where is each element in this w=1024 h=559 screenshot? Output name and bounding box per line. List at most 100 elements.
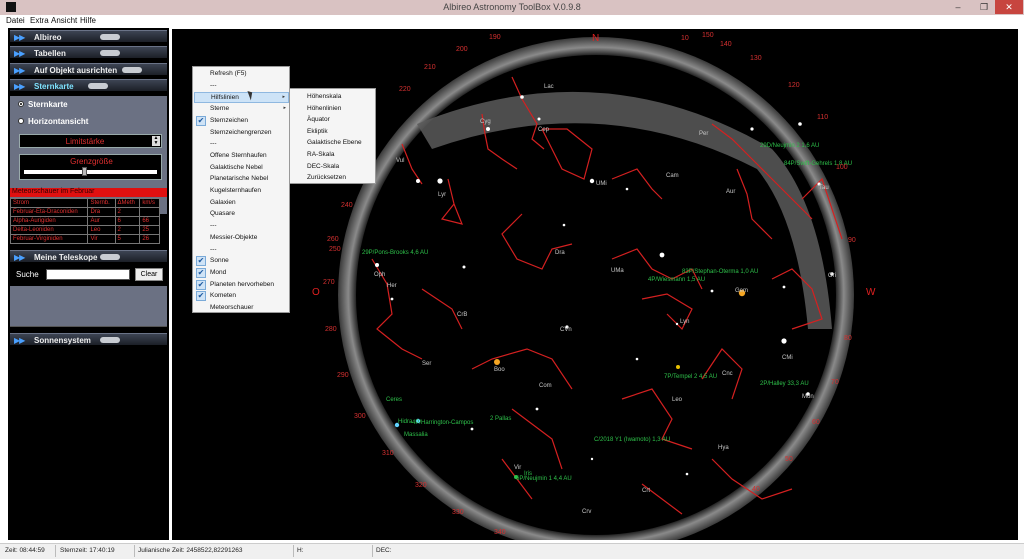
- context-menu-item[interactable]: Offene Sternhaufen: [194, 151, 289, 162]
- grenzgroesse-track[interactable]: [24, 170, 157, 174]
- spinner-icon[interactable]: ▲ ▼: [152, 136, 160, 146]
- menu-datei[interactable]: Datei: [6, 16, 25, 25]
- comet-label: 2P/Halley 33,3 AU: [760, 381, 809, 387]
- context-menu-item[interactable]: ✔ Mond: [194, 267, 289, 279]
- const-label: Aur: [726, 189, 735, 195]
- context-menu-label: Refresh (F5): [210, 70, 247, 77]
- table-cell: 2: [114, 207, 141, 217]
- context-menu-item[interactable]: Galaxien: [194, 198, 289, 209]
- submenu-item[interactable]: RA-Skala: [307, 151, 334, 158]
- const-label: Boo: [494, 367, 505, 373]
- section-sonnensystem[interactable]: ▶▶ Sonnensystem: [10, 333, 167, 346]
- grenzgroesse-label: Grenzgröße: [70, 157, 113, 166]
- svg-text:50: 50: [785, 456, 793, 463]
- clear-button[interactable]: Clear: [135, 268, 163, 281]
- context-menu-item[interactable]: Refresh (F5): [194, 69, 289, 80]
- svg-text:130: 130: [750, 55, 762, 62]
- status-separator: [293, 545, 294, 557]
- table-cell: 6: [114, 216, 141, 226]
- comet-label: 7P/Tempel 2 4,5 AU: [664, 374, 717, 380]
- submenu-item[interactable]: Höhenskala: [307, 93, 341, 100]
- table-cell: Alpha-Aurigiden: [9, 216, 89, 226]
- table-row[interactable]: Februar-Eta-Draconiden Dra 2: [9, 207, 160, 217]
- status-bar: Zeit: 08:44:59 Sternzeit: 17:40:19 Julia…: [0, 543, 1024, 559]
- submenu-item[interactable]: Ekliptik: [307, 128, 328, 135]
- svg-text:240: 240: [341, 202, 353, 209]
- maximize-button[interactable]: ❐: [974, 0, 994, 14]
- context-menu-item[interactable]: Meteorschauer: [194, 303, 289, 314]
- section-label: Albireo: [34, 33, 62, 42]
- grenzgroesse-slider-box: Grenzgröße: [19, 154, 162, 180]
- svg-text:210: 210: [424, 64, 436, 71]
- context-menu-item[interactable]: ✔ Planeten hervorheben: [194, 279, 289, 291]
- submenu-item[interactable]: Höhenlinien: [307, 105, 341, 112]
- section-pill-icon: [100, 337, 120, 343]
- svg-text:270: 270: [323, 279, 335, 286]
- context-menu-item[interactable]: Hilfslinien ▸: [194, 92, 289, 104]
- context-menu-item[interactable]: Sternzeichengrenzen: [194, 128, 289, 139]
- comet-label: 4P/Harrington-Campos: [412, 420, 473, 426]
- splitter[interactable]: [10, 326, 167, 332]
- section-albireo[interactable]: ▶▶ Albireo: [10, 30, 167, 43]
- context-menu-item[interactable]: ✔ Kometen: [194, 291, 289, 302]
- table-row[interactable]: Alpha-Aurigiden Aur 6 66: [9, 216, 160, 226]
- menu-separator: ---: [194, 81, 289, 92]
- const-label: CrB: [457, 312, 467, 318]
- app-window: Albireo Astronomy ToolBox V.0.9.8 ‒ ❐ ✕ …: [0, 0, 1024, 559]
- context-menu-item[interactable]: Messier-Objekte: [194, 233, 289, 244]
- context-menu-item[interactable]: Sterne ▸: [194, 104, 289, 115]
- context-menu-label: Hilfslinien: [211, 94, 239, 102]
- minimize-button[interactable]: ‒: [948, 0, 968, 14]
- submenu-item[interactable]: Galaktische Ebene: [307, 139, 362, 146]
- submenu-item[interactable]: Zurücksetzen: [307, 174, 346, 181]
- hilfslinien-submenu: Höhenskala Höhenlinien Äquator Ekliptik Gala…: [289, 88, 376, 184]
- svg-text:260: 260: [327, 236, 339, 243]
- section-sternkarte[interactable]: ▶▶ Sternkarte: [10, 79, 167, 92]
- const-label: CMi: [782, 355, 793, 361]
- context-menu-item[interactable]: Planetarische Nebel: [194, 174, 289, 185]
- radio-sternkarte[interactable]: [18, 101, 24, 107]
- context-menu-item[interactable]: Galaktische Nebel: [194, 163, 289, 174]
- radio-horizontansicht[interactable]: [18, 118, 24, 124]
- context-menu-label: Offene Sternhaufen: [210, 151, 267, 159]
- table-row[interactable]: Delta-Leoniden Leo 2 25: [9, 225, 160, 235]
- search-input[interactable]: [46, 269, 130, 280]
- svg-text:110: 110: [817, 114, 828, 121]
- menu-ansicht[interactable]: Ansicht: [51, 16, 77, 25]
- check-icon: ✔: [196, 267, 206, 278]
- table-row[interactable]: Februar-Virginiden Vir 5 26: [9, 234, 160, 244]
- submenu-item[interactable]: Äquator: [307, 116, 330, 123]
- context-menu-item[interactable]: Kugelsternhaufen: [194, 186, 289, 197]
- check-icon: ✔: [196, 291, 206, 302]
- comet-label: 29P/Pons-Brooks 4,6 AU: [362, 250, 428, 256]
- expand-arrows-icon: ▶▶: [14, 33, 25, 42]
- svg-text:300: 300: [354, 413, 366, 420]
- context-menu-item[interactable]: ✔ Sternzeichen: [194, 115, 289, 127]
- menu-hilfe[interactable]: Hilfe: [80, 16, 96, 25]
- const-label: Cnc: [722, 371, 733, 377]
- table-cell: Februar-Eta-Draconiden: [9, 207, 89, 217]
- table-cell: 26: [139, 234, 160, 244]
- grenzgroesse-thumb[interactable]: [82, 167, 87, 176]
- limitstaerke-field[interactable]: Limitstärke ▲ ▼: [19, 134, 162, 148]
- submenu-item[interactable]: DEC-Skala: [307, 163, 339, 170]
- column-header: Sternb.: [87, 198, 116, 208]
- context-menu-item[interactable]: Quasare: [194, 209, 289, 220]
- section-pill-icon: [100, 254, 120, 260]
- status-sternzeit: Sternzeit: 17:40:19: [60, 547, 115, 554]
- section-meine-teleskope[interactable]: ▶▶ Meine Teleskope: [10, 250, 167, 263]
- section-label: Meine Teleskope: [34, 253, 98, 262]
- context-menu-item[interactable]: ✔ Sonne: [194, 256, 289, 267]
- check-icon: ✔: [196, 115, 206, 126]
- expand-arrows-icon: ▶▶: [14, 49, 25, 58]
- close-button[interactable]: ✕: [995, 0, 1023, 14]
- radio-sternkarte-label: Sternkarte: [28, 100, 68, 109]
- cardinal-east: O: [312, 287, 320, 298]
- svg-text:80: 80: [844, 335, 852, 342]
- svg-text:90: 90: [848, 237, 856, 244]
- section-tabellen[interactable]: ▶▶ Tabellen: [10, 46, 167, 59]
- context-menu-label: Sterne: [210, 105, 230, 113]
- meteor-table: Strom Sternb. ΔMeth km/s Februar-Eta-Dra…: [9, 198, 160, 244]
- section-auf-objekt-ausrichten[interactable]: ▶▶ Auf Objekt ausrichten: [10, 63, 167, 76]
- menu-extra[interactable]: Extra: [30, 16, 49, 25]
